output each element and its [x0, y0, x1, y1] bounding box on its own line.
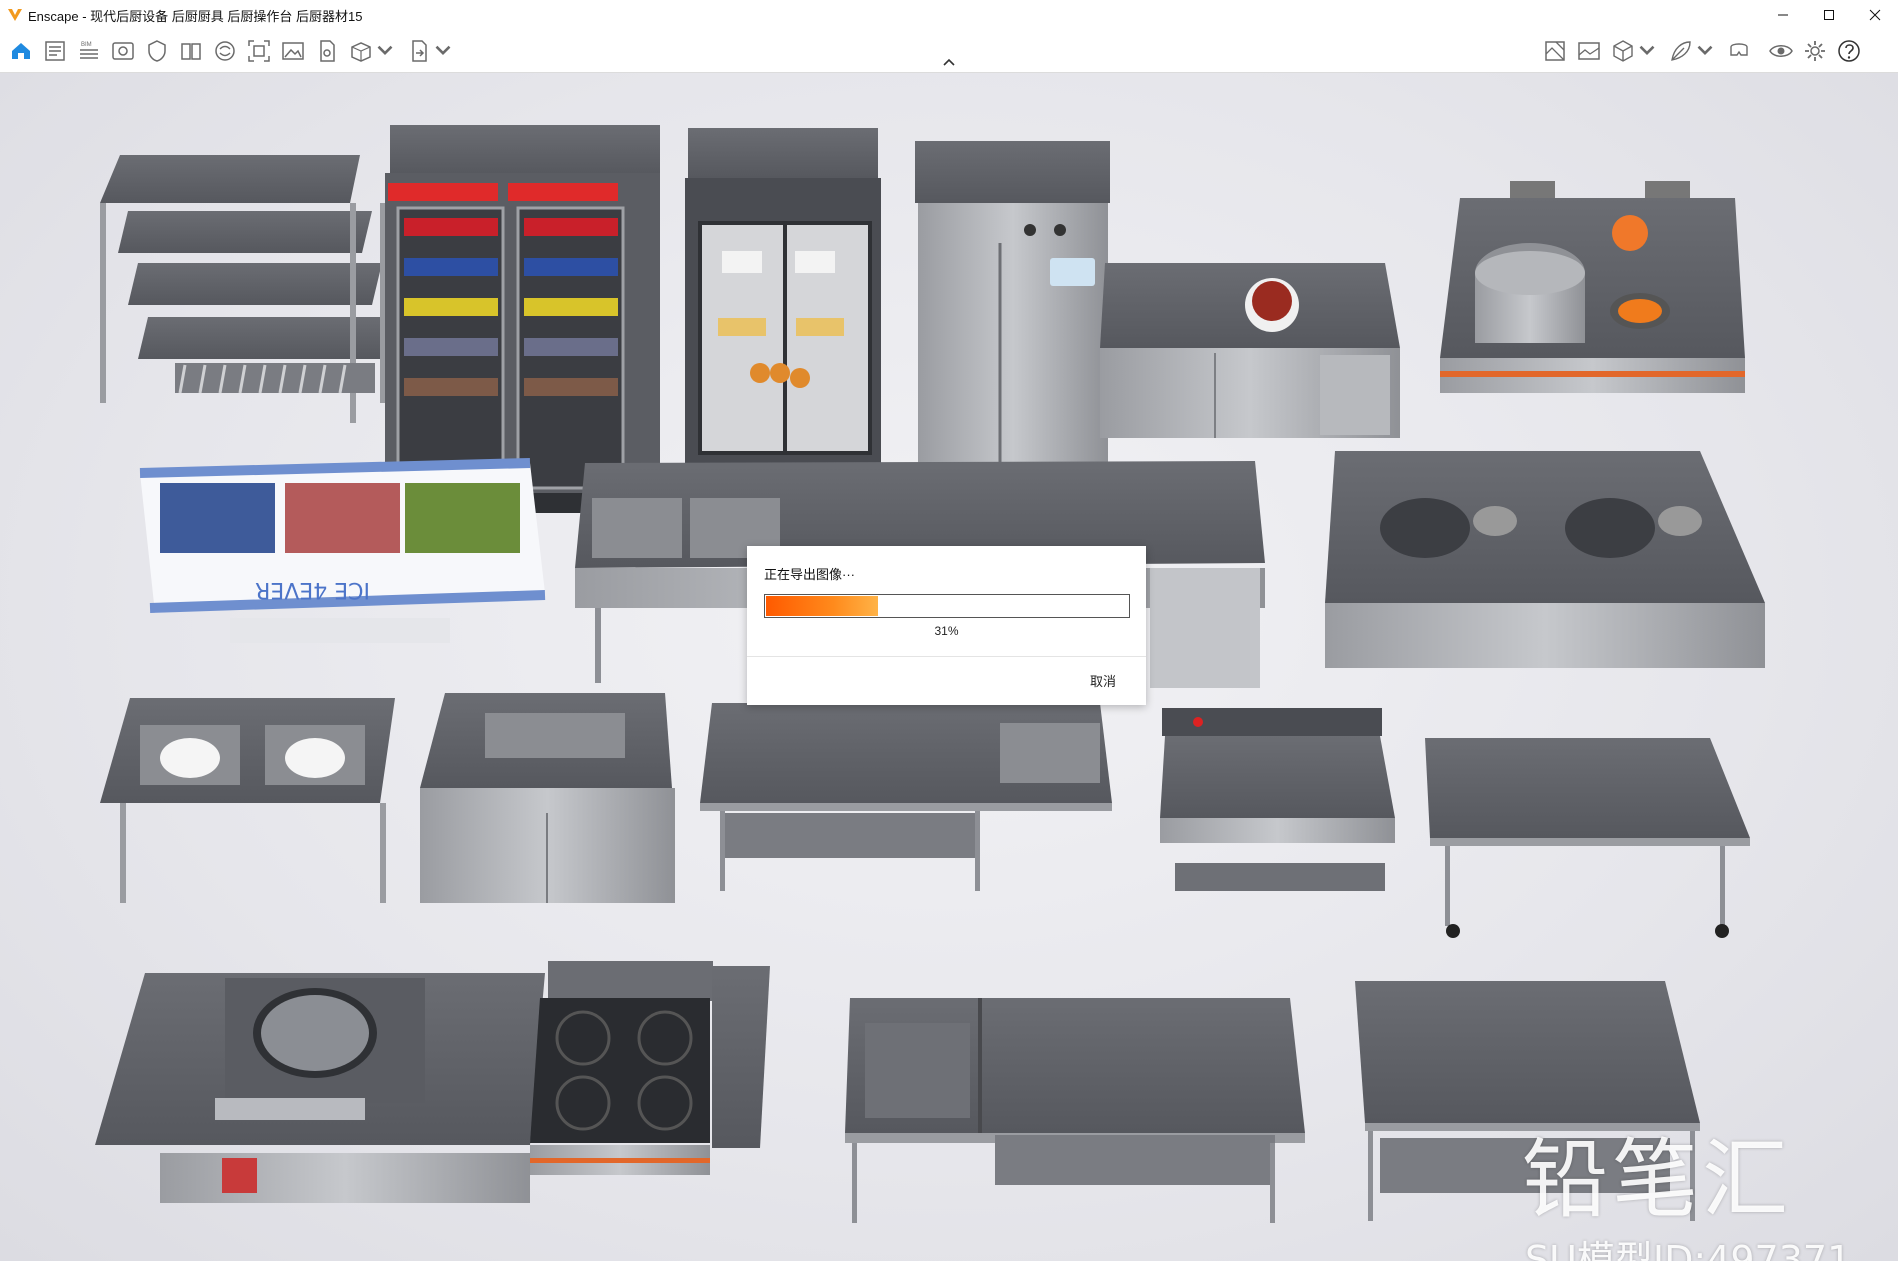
- window-controls: [1760, 0, 1898, 30]
- home-icon: [12, 43, 30, 59]
- title-bar: Enscape - 现代后厨设备 后厨厨具 后厨操作台 后厨器材15: [0, 0, 1898, 30]
- gallery-button[interactable]: [1576, 35, 1602, 67]
- progress-fill: [766, 596, 878, 616]
- toolbar-left-group: BIM: [4, 30, 460, 72]
- export-icon: [412, 40, 427, 62]
- export-button[interactable]: [406, 35, 456, 67]
- toolbar: BIM: [0, 30, 1898, 73]
- safe-frame-button[interactable]: [144, 35, 170, 67]
- chevron-down-icon: [1639, 45, 1655, 56]
- model-id-label: SU模型ID:497371: [1525, 1238, 1852, 1261]
- bim-button[interactable]: BIM: [76, 35, 102, 67]
- chevron-down-icon: [1697, 45, 1713, 56]
- help-icon: [1838, 40, 1860, 62]
- undershelf-worktable: [700, 703, 1112, 891]
- faucet-sink-table: [845, 998, 1305, 1223]
- gallery-icon: [1578, 42, 1600, 60]
- collapse-toolbar-icon[interactable]: [940, 56, 958, 68]
- asset-library-button[interactable]: [212, 35, 238, 67]
- vr-headset-icon: [1730, 43, 1748, 56]
- home-button[interactable]: [8, 35, 34, 67]
- settings-icon: [1805, 41, 1825, 61]
- export-progress-bar: [764, 594, 1130, 618]
- maximize-button[interactable]: [1806, 0, 1852, 30]
- preview-button[interactable]: [1768, 35, 1794, 67]
- glass-door-fridge: [685, 128, 881, 513]
- map-button[interactable]: [1542, 35, 1568, 67]
- visual-settings-icon: [112, 42, 134, 60]
- cancel-button[interactable]: 取消: [1090, 671, 1116, 690]
- minimize-icon: [1778, 14, 1788, 16]
- render-export-button[interactable]: [314, 35, 340, 67]
- bim-label: BIM: [81, 42, 92, 48]
- commercial-stove: [1440, 181, 1745, 393]
- stainless-refrigerator: [915, 141, 1110, 503]
- batch-render-icon: [351, 42, 371, 62]
- double-wok-range: [1325, 451, 1765, 668]
- display-freezer: ICE 4EVER: [139, 458, 546, 643]
- views-button[interactable]: [178, 35, 204, 67]
- induction-wok-station: [95, 973, 545, 1203]
- render-export-icon: [320, 40, 335, 62]
- notes-button[interactable]: [42, 35, 68, 67]
- toolbar-right-group: [1538, 30, 1866, 72]
- image-export-button[interactable]: [280, 35, 306, 67]
- progress-percentage: 31%: [934, 624, 959, 638]
- maximize-icon: [1824, 10, 1834, 20]
- close-icon: [1869, 9, 1881, 21]
- bim-icon: BIM: [80, 42, 98, 59]
- shelving-unit: [100, 155, 392, 423]
- watermark-logo: 铅笔汇: [1522, 1130, 1792, 1230]
- work-counter: [1100, 263, 1400, 438]
- sink-cabinet: [420, 693, 675, 903]
- shield-icon: [148, 40, 166, 62]
- eye-icon: [1769, 45, 1793, 57]
- four-burner-range: [530, 961, 770, 1175]
- enscape-logo-icon: [8, 9, 22, 21]
- material-button[interactable]: [1668, 35, 1718, 67]
- batch-render-button[interactable]: [348, 35, 398, 67]
- vr-button[interactable]: [1726, 35, 1752, 67]
- visual-settings-button[interactable]: [110, 35, 136, 67]
- chevron-down-icon: [435, 45, 451, 56]
- help-button[interactable]: [1836, 35, 1862, 67]
- dish-sink: [100, 698, 395, 903]
- leaf-icon: [1671, 41, 1691, 61]
- dialog-title: 正在导出图像···: [764, 567, 855, 582]
- export-progress-dialog: 正在导出图像··· 31% 取消: [747, 546, 1146, 705]
- freezer-brand-label: ICE 4EVER: [255, 577, 370, 602]
- asset-library-icon: [215, 41, 235, 61]
- minimize-button[interactable]: [1760, 0, 1806, 30]
- book-icon: [181, 43, 201, 60]
- dialog-divider: [747, 656, 1146, 657]
- beverage-fridge: [385, 125, 660, 513]
- mobile-table: [1425, 738, 1750, 938]
- chevron-down-icon: [377, 45, 393, 56]
- map-icon: [1545, 41, 1565, 61]
- fryer: [1160, 708, 1395, 891]
- settings-button[interactable]: [1802, 35, 1828, 67]
- screenshot-icon: [248, 40, 270, 62]
- cube-button[interactable]: [1610, 35, 1660, 67]
- screenshot-button[interactable]: [246, 35, 272, 67]
- notes-icon: [45, 41, 65, 61]
- close-button[interactable]: [1852, 0, 1898, 30]
- cube-icon: [1613, 40, 1633, 62]
- image-icon: [282, 42, 304, 60]
- window-title: Enscape - 现代后厨设备 后厨厨具 后厨操作台 后厨器材15: [28, 8, 363, 24]
